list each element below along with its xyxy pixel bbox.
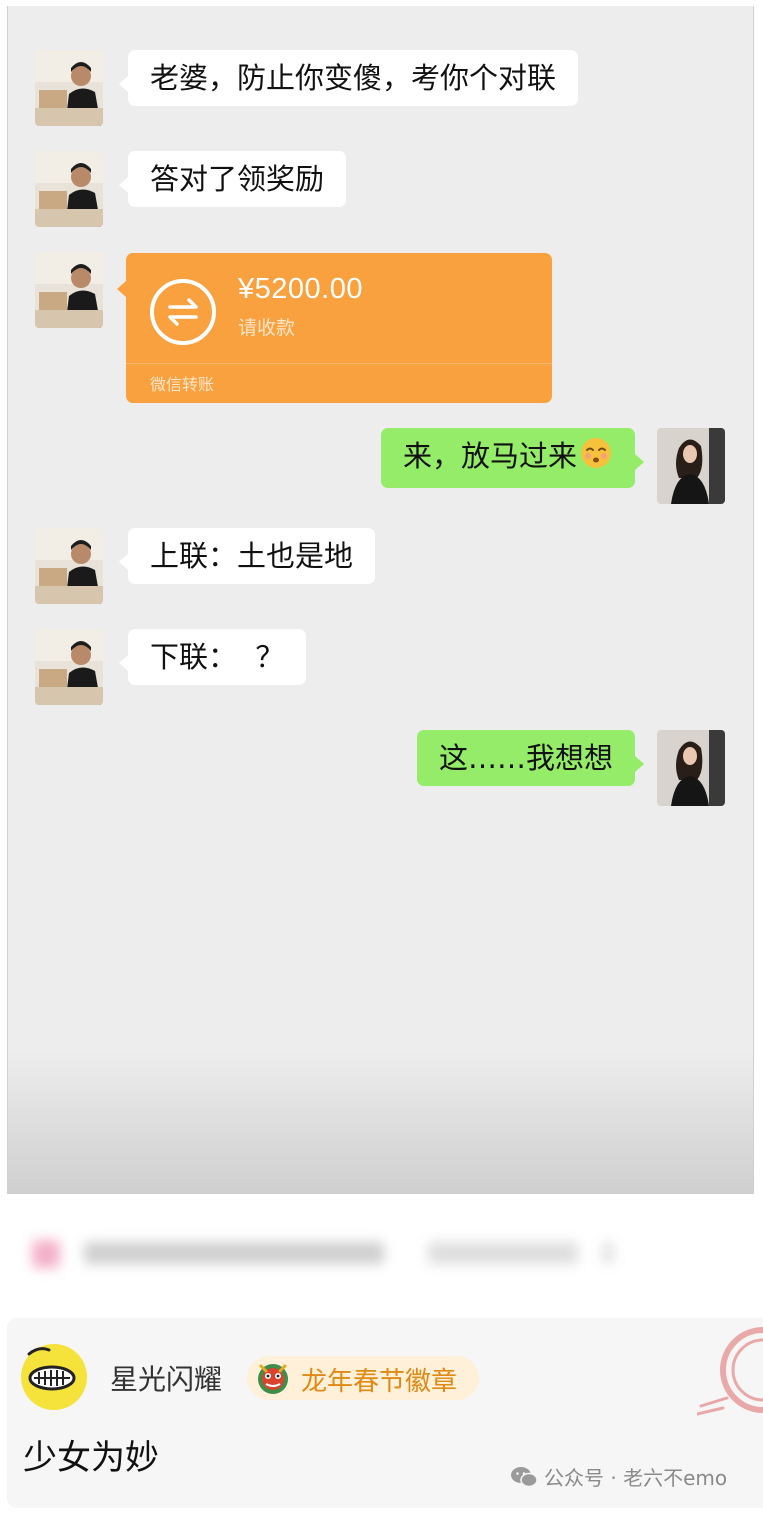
- comment-text: 少女为妙: [23, 1438, 159, 1478]
- wife-avatar[interactable]: [657, 428, 725, 504]
- kissing-face-emoji: [579, 436, 613, 480]
- blurred-text: [84, 1242, 384, 1264]
- husband-avatar[interactable]: [35, 151, 103, 227]
- husband-avatar[interactable]: [35, 50, 103, 126]
- message-bubble[interactable]: 答对了领奖励: [118, 151, 347, 207]
- message-text: 来，放马过来: [402, 439, 577, 473]
- blurred-banner: [28, 1226, 628, 1282]
- festival-badge[interactable]: 龙年春节徽章: [247, 1356, 479, 1400]
- blurred-text: [428, 1242, 578, 1264]
- husband-avatar[interactable]: [35, 629, 103, 705]
- watermark: 公众号 · 老六不emo: [510, 1462, 727, 1491]
- badge-label: 龙年春节徽章: [301, 1367, 458, 1397]
- husband-avatar[interactable]: [35, 528, 103, 604]
- message-bubble[interactable]: 下联： ？: [118, 629, 307, 685]
- dragon-badge-icon: [255, 1360, 291, 1396]
- message-bubble[interactable]: 老婆，防止你变傻，考你个对联: [118, 50, 579, 106]
- comment-card: 星光闪耀 龙年春节徽章 少女为妙 公众号 · 老六不emo: [7, 1318, 763, 1508]
- transfer-amount: ¥5200.00: [238, 273, 363, 305]
- wechat-icon: [510, 1466, 538, 1488]
- wife-avatar[interactable]: [657, 730, 725, 806]
- message-bubble[interactable]: 来，放马过来: [380, 428, 645, 488]
- chat-screenshot: 老婆，防止你变傻，考你个对联 答对了领奖励 ¥5200.00 请收款 微信转账 …: [7, 6, 754, 1194]
- blurred-chevron: [602, 1242, 614, 1264]
- commenter-username[interactable]: 星光闪耀: [110, 1358, 222, 1398]
- transfer-caption: 微信转账: [150, 375, 215, 394]
- transfer-status: 请收款: [238, 317, 296, 339]
- commenter-avatar[interactable]: [19, 1342, 89, 1412]
- stamp-logo-icon: [697, 1318, 763, 1428]
- husband-avatar[interactable]: [35, 252, 103, 328]
- transfer-divider: [126, 363, 552, 364]
- transfer-card[interactable]: ¥5200.00 请收款 微信转账: [117, 253, 552, 403]
- message-bubble[interactable]: 这……我想想: [416, 730, 645, 786]
- transfer-arrows-icon: [150, 279, 216, 345]
- watermark-text: 公众号 · 老六不emo: [544, 1466, 728, 1490]
- blurred-icon: [32, 1240, 60, 1268]
- message-bubble[interactable]: 上联：土也是地: [118, 528, 376, 584]
